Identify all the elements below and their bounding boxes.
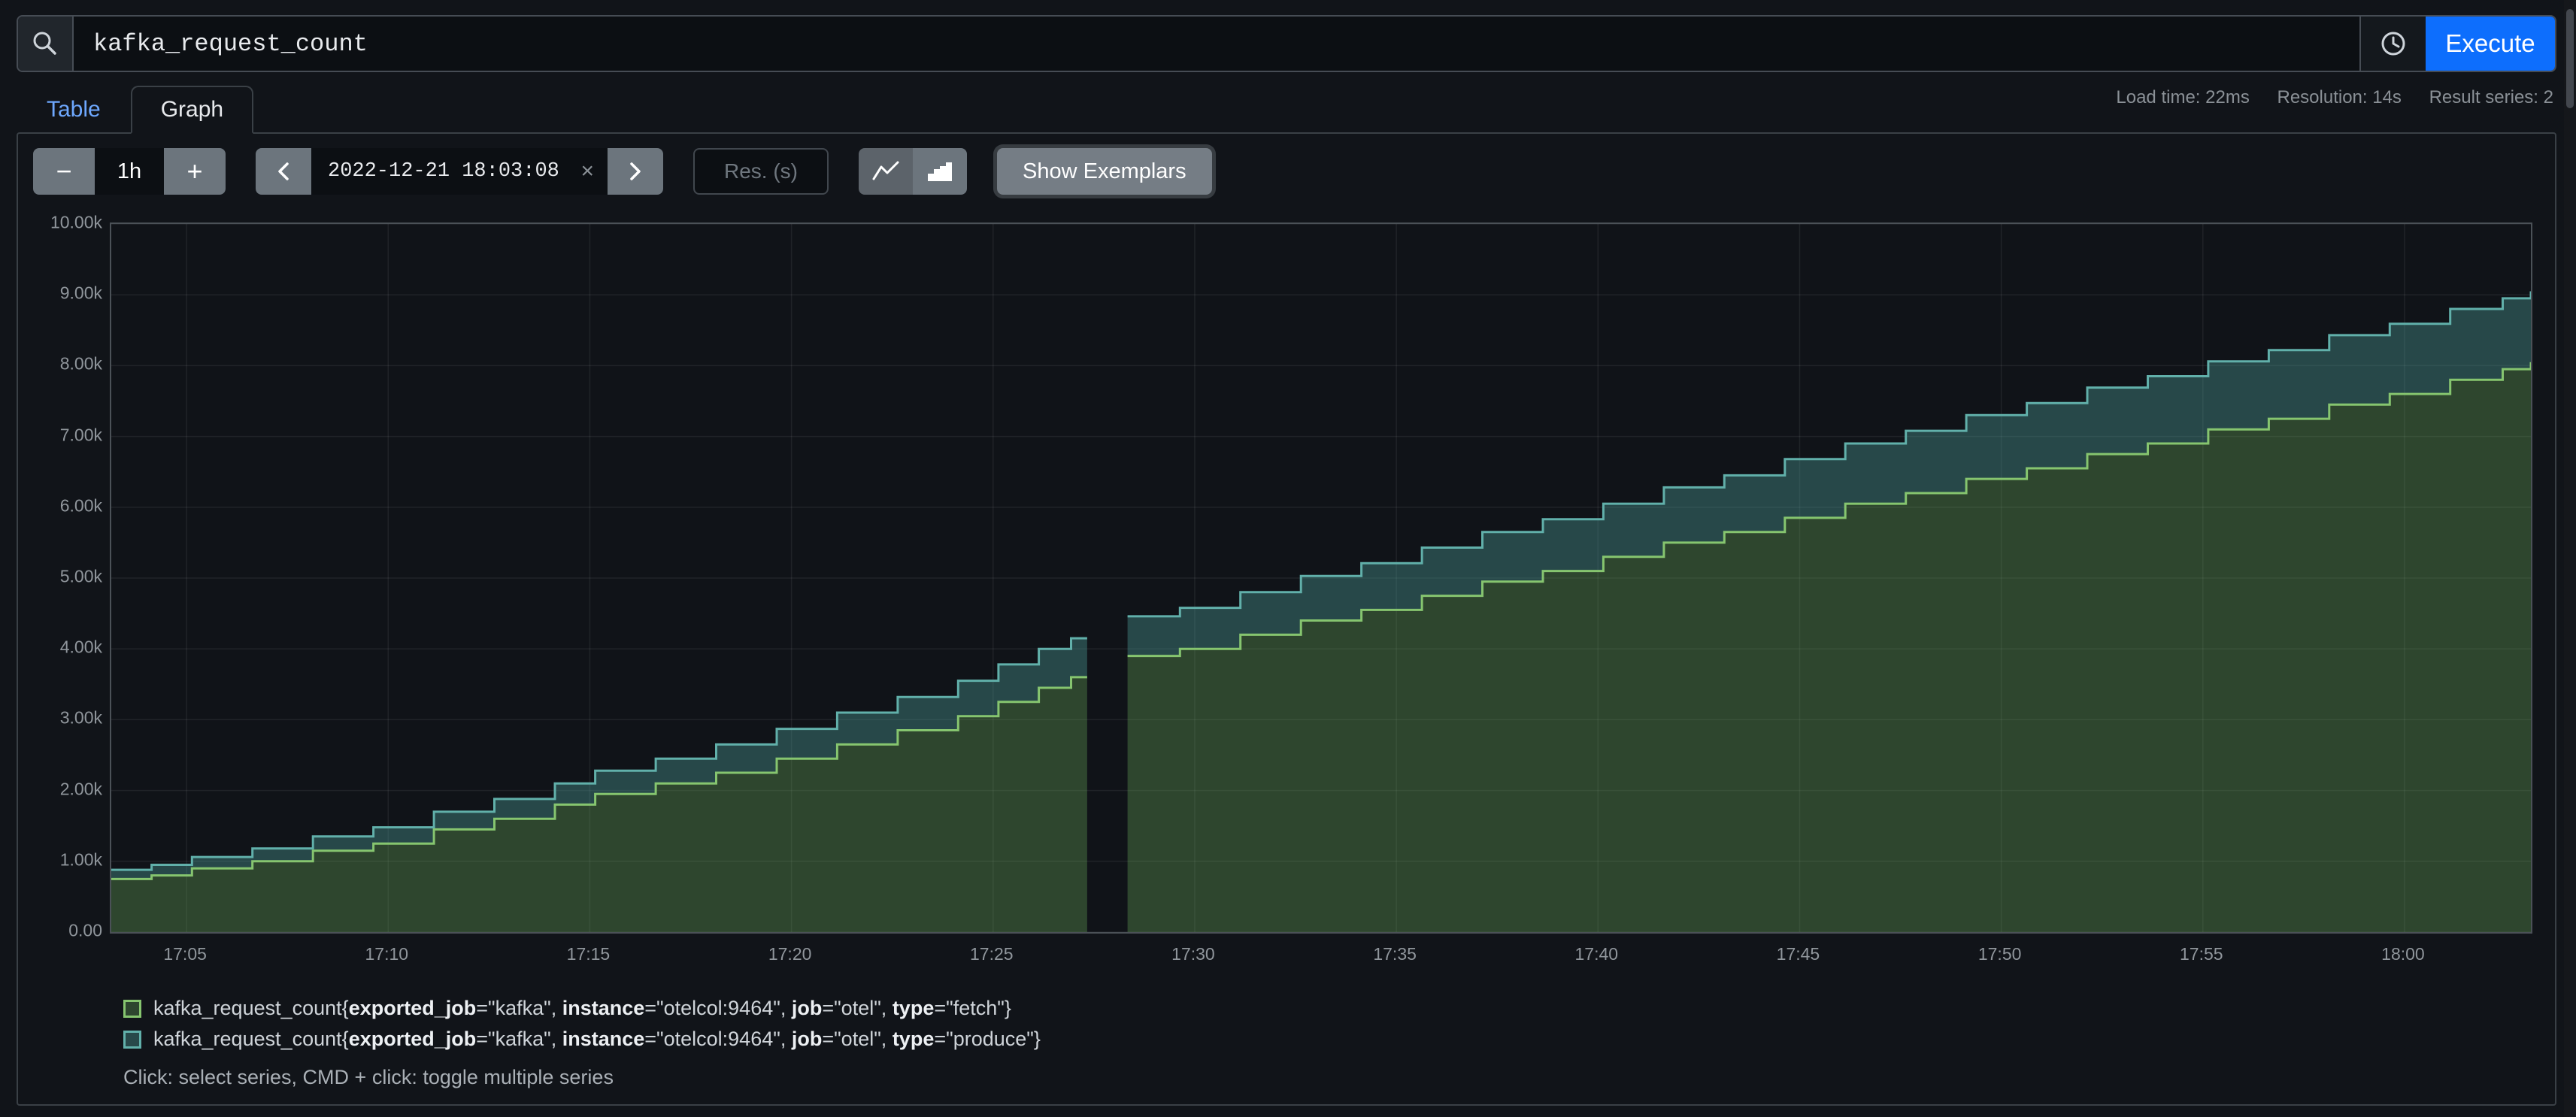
chevron-right-icon (623, 156, 648, 186)
y-tick-label: 5.00k (60, 567, 102, 587)
graph-controls: − + 2022-12-21 18:03:08 × (33, 147, 2540, 195)
y-axis-labels: 0.001.00k2.00k3.00k4.00k5.00k6.00k7.00k8… (33, 218, 102, 929)
line-chart-button[interactable] (859, 148, 913, 195)
execute-button[interactable]: Execute (2426, 17, 2555, 71)
range-decrease-button[interactable]: − (33, 148, 95, 195)
y-tick-label: 2.00k (60, 779, 102, 799)
clear-time-icon[interactable]: × (580, 159, 594, 184)
range-increase-button[interactable]: + (164, 148, 226, 195)
stacked-chart-button[interactable] (913, 148, 967, 195)
history-clock-button[interactable] (2359, 17, 2426, 71)
x-tick-label: 17:50 (1978, 944, 2022, 964)
y-tick-label: 0.00 (68, 921, 102, 941)
datetime-input[interactable]: 2022-12-21 18:03:08 × (311, 148, 608, 195)
y-tick-label: 1.00k (60, 849, 102, 870)
x-tick-label: 17:35 (1373, 944, 1417, 964)
legend: kafka_request_count{exported_job="kafka"… (123, 997, 2540, 1051)
y-tick-label: 3.00k (60, 708, 102, 728)
line-chart-icon (871, 159, 900, 183)
x-tick-label: 17:25 (970, 944, 1014, 964)
clock-icon (2377, 27, 2410, 60)
tab-table[interactable]: Table (17, 86, 131, 134)
result-series: Result series: 2 (2429, 87, 2553, 107)
datetime-value: 2022-12-21 18:03:08 (328, 160, 559, 183)
graph-panel: − + 2022-12-21 18:03:08 × (17, 132, 2556, 1106)
stacked-chart-icon (926, 159, 954, 183)
chart-type-toggle (859, 148, 967, 195)
x-tick-label: 17:10 (365, 944, 409, 964)
y-tick-label: 10.00k (50, 213, 102, 233)
range-input[interactable] (95, 148, 164, 195)
query-bar: Execute (17, 15, 2556, 72)
scrollbar[interactable] (2564, 0, 2576, 1117)
view-tabs: Table Graph (17, 86, 253, 134)
chart-canvas (111, 224, 2531, 932)
tabs-row: Load time: 22ms Resolution: 14s Result s… (17, 81, 2556, 132)
time-picker-group: 2022-12-21 18:03:08 × (256, 148, 663, 195)
x-tick-label: 17:40 (1575, 944, 1619, 964)
time-back-button[interactable] (256, 148, 311, 195)
query-input[interactable] (74, 17, 2359, 71)
series-label: kafka_request_count{exported_job="kafka"… (153, 1028, 1041, 1051)
range-stepper: − + (33, 148, 226, 195)
time-forward-button[interactable] (608, 148, 663, 195)
legend-item[interactable]: kafka_request_count{exported_job="kafka"… (123, 1028, 2540, 1051)
legend-item[interactable]: kafka_request_count{exported_job="kafka"… (123, 997, 2540, 1020)
x-axis-labels: 17:05 17:10 17:15 17:20 17:25 17:30 17:35 17:40… (110, 944, 2532, 967)
y-tick-label: 6.00k (60, 495, 102, 516)
x-tick-label: 17:55 (2180, 944, 2223, 964)
x-tick-label: 17:45 (1777, 944, 1820, 964)
series-swatch (123, 1000, 141, 1018)
y-tick-label: 8.00k (60, 354, 102, 374)
legend-hint: Click: select series, CMD + click: toggl… (123, 1066, 2540, 1089)
series-label: kafka_request_count{exported_job="kafka"… (153, 997, 1011, 1020)
series-swatch (123, 1031, 141, 1049)
x-tick-label: 18:00 (2381, 944, 2425, 964)
x-tick-label: 17:30 (1171, 944, 1215, 964)
search-icon (18, 17, 74, 71)
tab-graph[interactable]: Graph (131, 86, 253, 134)
resolution: Resolution: 14s (2277, 87, 2401, 107)
show-exemplars-button[interactable]: Show Exemplars (997, 148, 1212, 195)
query-stats: Load time: 22ms Resolution: 14s Result s… (2093, 87, 2553, 108)
y-tick-label: 9.00k (60, 283, 102, 304)
x-tick-label: 17:20 (768, 944, 812, 964)
load-time: Load time: 22ms (2116, 87, 2249, 107)
y-tick-label: 4.00k (60, 637, 102, 658)
scrollbar-thumb[interactable] (2566, 9, 2574, 108)
x-tick-label: 17:15 (567, 944, 611, 964)
plot-area[interactable] (110, 222, 2532, 934)
resolution-input[interactable] (693, 148, 829, 195)
chevron-left-icon (271, 156, 296, 186)
x-tick-label: 17:05 (163, 944, 207, 964)
chart: 0.00 1.00k 2.00k 3.00k 4.00k 5.00k 6.00k 7.00k 8… (33, 218, 2540, 967)
y-tick-label: 7.00k (60, 425, 102, 445)
